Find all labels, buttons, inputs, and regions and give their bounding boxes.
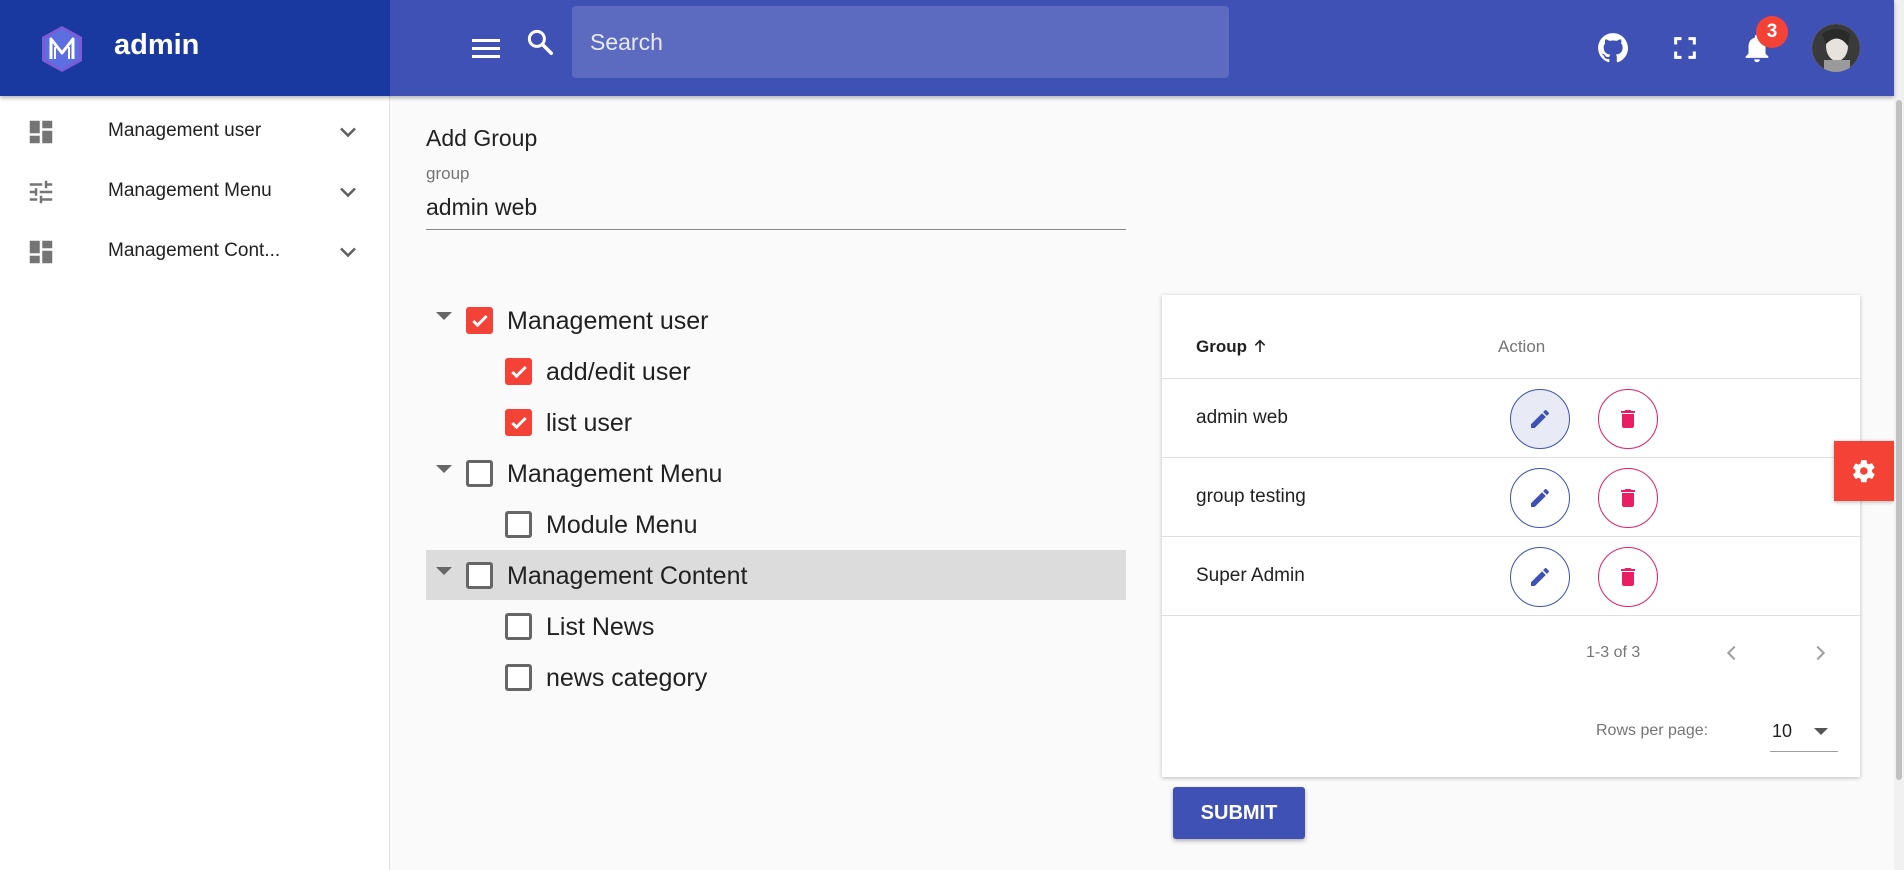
tree-node-label: list user	[546, 409, 633, 437]
submit-button[interactable]: Submit	[1173, 787, 1305, 839]
check-icon	[511, 416, 527, 430]
trash-icon	[1621, 410, 1635, 428]
group-name-cell: admin web	[1196, 407, 1288, 428]
trash-icon	[1621, 568, 1635, 586]
page-scrollbar-thumb[interactable]	[1896, 100, 1902, 780]
table-row: Super Admin	[1162, 537, 1860, 616]
table-row: group testing	[1162, 458, 1860, 537]
tune-icon	[29, 180, 53, 204]
checkbox-add-edit-user[interactable]	[505, 358, 532, 385]
tree-node-news-category: news category	[426, 652, 1126, 702]
tree-node-management-user: Management user	[426, 295, 1126, 345]
sidebar-item-label: Management Menu	[108, 180, 272, 201]
fullscreen-icon	[1674, 37, 1696, 59]
tree-node-label: Management user	[507, 307, 709, 335]
group-field-label: group	[426, 164, 470, 183]
chevron-left-icon	[1726, 645, 1736, 661]
chevron-down-icon	[340, 127, 356, 138]
checkbox-module-menu[interactable]	[505, 511, 532, 538]
github-icon	[1598, 33, 1629, 63]
sidebar: Management user Management Menu Manageme…	[0, 96, 390, 870]
sidebar-item-label: Management user	[108, 120, 262, 141]
chevron-down-icon	[340, 247, 356, 258]
tree-node-list-user: list user	[426, 397, 1126, 447]
checkbox-news-category[interactable]	[505, 664, 532, 691]
column-header-group[interactable]: Group	[1196, 337, 1268, 357]
tree-node-label: Management Content	[507, 562, 748, 590]
tree-node-management-menu: Management Menu	[426, 448, 1126, 498]
checkbox-management-content[interactable]	[466, 562, 493, 589]
tree-node-add-edit-user: add/edit user	[426, 346, 1126, 396]
group-name-cell: group testing	[1196, 486, 1306, 507]
check-icon	[472, 314, 488, 328]
trash-icon	[1621, 489, 1635, 507]
dashboard-icon	[29, 240, 53, 264]
search-input[interactable]	[572, 6, 1229, 78]
column-header-action: Action	[1498, 337, 1546, 356]
checkbox-management-user[interactable]	[466, 307, 493, 334]
app-name: admin	[114, 29, 200, 61]
column-header-label: Group	[1196, 337, 1247, 356]
tree-node-management-content: Management Content	[426, 550, 1126, 600]
pencil-icon	[1531, 488, 1549, 507]
tree-node-label: add/edit user	[546, 358, 691, 386]
edit-button[interactable]	[1510, 468, 1570, 528]
pencil-icon	[1531, 567, 1549, 586]
rows-per-page-value: 10	[1772, 721, 1793, 741]
tree-node-module-menu: Module Menu	[426, 499, 1126, 549]
hamburger-icon	[472, 39, 500, 58]
checkbox-list-news[interactable]	[505, 613, 532, 640]
menu-toggle-button[interactable]	[468, 30, 504, 66]
avatar[interactable]	[1812, 24, 1860, 72]
checkbox-list-user[interactable]	[505, 409, 532, 436]
tree-node-list-news: List News	[426, 601, 1126, 651]
page-title: Add Group	[426, 125, 538, 151]
previous-page-button[interactable]	[1714, 635, 1750, 671]
delete-button[interactable]	[1598, 547, 1658, 607]
rows-per-page-label: Rows per page:	[1596, 722, 1709, 739]
next-page-button[interactable]	[1802, 635, 1838, 671]
delete-button[interactable]	[1598, 468, 1658, 528]
expand-caret-icon[interactable]	[436, 567, 452, 575]
settings-button[interactable]	[1834, 441, 1894, 501]
notification-badge: 3	[1756, 16, 1788, 48]
dropdown-caret-icon	[1814, 728, 1828, 735]
top-app-bar: admin 3	[0, 0, 1894, 96]
search-icon	[522, 24, 558, 60]
group-name-cell: Super Admin	[1196, 565, 1305, 586]
expand-caret-icon[interactable]	[436, 465, 452, 473]
tree-node-label: Management Menu	[507, 460, 723, 488]
edit-button[interactable]	[1510, 547, 1570, 607]
sidebar-item-management-user[interactable]: Management user	[0, 100, 390, 160]
sidebar-item-label: Management Cont...	[108, 240, 281, 261]
group-name-input[interactable]	[426, 186, 1126, 230]
chevron-right-icon	[1816, 645, 1826, 661]
pencil-icon	[1531, 409, 1549, 428]
expand-caret-icon[interactable]	[436, 312, 452, 320]
group-table: Group Action admin web group testing Sup…	[1162, 295, 1860, 777]
pagination-range: 1-3 of 3	[1586, 644, 1641, 661]
table-row: admin web	[1162, 379, 1860, 458]
app-logo	[42, 26, 82, 72]
tree-node-label: news category	[546, 664, 708, 692]
sidebar-item-management-content[interactable]: Management Cont...	[0, 220, 390, 280]
edit-button[interactable]	[1510, 389, 1570, 449]
chevron-down-icon	[340, 187, 356, 198]
checkbox-management-menu[interactable]	[466, 460, 493, 487]
rows-per-page-select[interactable]: 10	[1770, 708, 1838, 752]
dashboard-icon	[29, 120, 53, 144]
tree-node-label: List News	[546, 613, 655, 641]
tree-node-label: Module Menu	[546, 511, 698, 539]
fullscreen-button[interactable]	[1665, 28, 1705, 68]
gear-icon	[1853, 460, 1875, 483]
delete-button[interactable]	[1598, 389, 1658, 449]
check-icon	[511, 365, 527, 379]
sidebar-item-management-menu[interactable]: Management Menu	[0, 160, 390, 220]
github-button[interactable]	[1593, 28, 1633, 68]
sort-arrow-up-icon	[1254, 339, 1265, 352]
brand-area: admin	[0, 0, 390, 96]
